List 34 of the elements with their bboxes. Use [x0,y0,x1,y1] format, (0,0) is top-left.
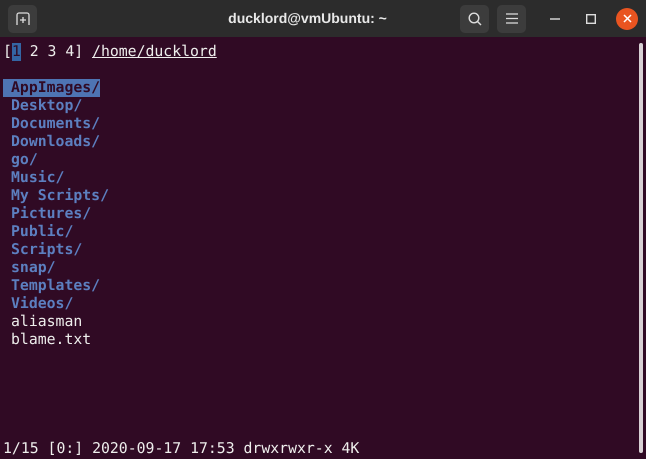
file-entry[interactable]: blame.txt [3,331,92,349]
tab-number[interactable]: 1 [12,43,21,61]
file-entry[interactable]: Downloads/ [3,133,100,151]
new-tab-button[interactable] [8,4,37,32]
tab-number[interactable]: 3 [48,43,56,61]
tab-number[interactable]: 2 [30,43,39,61]
file-entry[interactable]: aliasman [3,313,82,331]
current-path: /home/ducklord [92,43,217,61]
file-entry[interactable]: Scripts/ [3,241,82,259]
close-icon [622,14,632,23]
file-entry[interactable]: Templates/ [3,277,100,295]
window-title: ducklord@vmUbuntu: ~ [228,9,387,28]
file-entry[interactable]: Documents/ [3,115,100,133]
file-entry[interactable]: AppImages/ [3,79,100,97]
status-text: 1/15 [0:] 2020-09-17 17:53 drwxrwxr-x 4K [3,440,360,458]
search-button[interactable] [460,4,489,32]
new-tab-icon [14,12,30,26]
tab-number[interactable]: 4 [65,43,74,61]
minimize-icon [550,18,560,20]
file-entry[interactable]: My Scripts/ [3,187,109,205]
file-entry[interactable]: Pictures/ [3,205,92,223]
file-entry[interactable]: go/ [3,151,38,169]
search-icon [468,12,482,26]
maximize-icon [586,14,596,24]
bracket: ] [74,43,84,61]
close-button[interactable] [616,8,638,30]
file-entry[interactable]: snap/ [3,259,56,277]
menu-icon [506,13,518,24]
menu-button[interactable] [497,4,526,32]
file-entry[interactable]: Public/ [3,223,74,241]
bracket: [ [3,43,12,61]
file-entry[interactable]: Desktop/ [3,97,82,115]
file-entry[interactable]: Videos/ [3,295,74,313]
file-entry[interactable]: Music/ [3,169,64,187]
